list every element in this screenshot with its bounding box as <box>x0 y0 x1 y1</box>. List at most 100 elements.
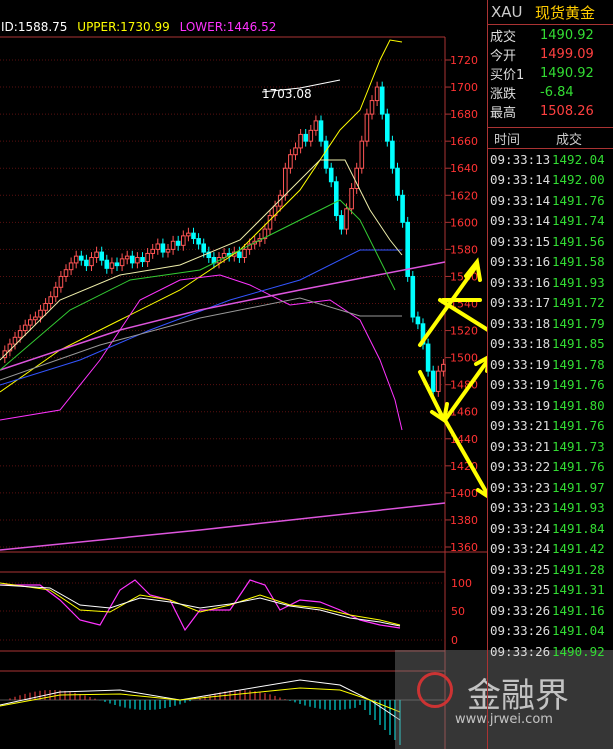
tick-row[interactable]: 09:33:14 1491.74 <box>488 211 613 232</box>
tick-row[interactable]: 09:33:26 1491.04 <box>488 621 613 642</box>
kdj-d-line <box>0 582 401 626</box>
symbol-code: XAU <box>491 3 523 21</box>
quote-panel: XAU 现货黄金 成交 1490.92 今开 1499.09 买价1 1490.92 涨跌 -… <box>487 0 613 749</box>
tick-row[interactable]: 09:33:26 1490.92 <box>488 641 613 662</box>
candlestick-chart[interactable]: 1720170016801660164016201600158015601540… <box>0 0 487 749</box>
price-label: 1520 <box>450 325 478 338</box>
kdj-k-line <box>0 584 401 627</box>
quote-value: 1499.09 <box>540 47 594 62</box>
candle-body <box>237 251 242 259</box>
candle-body <box>364 113 370 142</box>
candle-body <box>150 248 155 254</box>
tick-row[interactable]: 09:33:24 1491.42 <box>488 539 613 560</box>
tick-time: 09:33:19 <box>490 377 551 393</box>
tick-row[interactable]: 09:33:16 1491.58 <box>488 252 613 273</box>
quote-row: 成交 1490.92 <box>488 26 613 45</box>
legend-upper: UPPER:1730.99 <box>77 20 170 34</box>
candle-body <box>323 140 329 169</box>
tick-row[interactable]: 09:33:15 1491.56 <box>488 231 613 252</box>
tick-row[interactable]: 09:33:16 1491.93 <box>488 272 613 293</box>
candle-body <box>385 113 390 142</box>
tick-row[interactable]: 09:33:26 1491.16 <box>488 600 613 621</box>
tick-table[interactable]: 09:33:13 1492.04 09:33:14 1492.00 09:33:14 14… <box>488 149 613 662</box>
tick-row[interactable]: 09:33:21 1491.76 <box>488 416 613 437</box>
candle-body <box>114 262 120 267</box>
price-label: 1680 <box>450 108 478 121</box>
tick-time: 09:33:16 <box>490 254 551 270</box>
tick-time: 09:33:15 <box>490 233 551 249</box>
candle-body <box>441 363 446 372</box>
tick-price: 1491.28 <box>552 561 605 577</box>
kdj-label: 0 <box>451 634 458 647</box>
quote-row: 涨跌 -6.84 <box>488 83 613 102</box>
tick-row[interactable]: 09:33:19 1491.80 <box>488 395 613 416</box>
tick-time: 09:33:26 <box>490 643 551 659</box>
candle-body <box>89 257 94 267</box>
tick-price: 1491.76 <box>552 418 605 434</box>
tick-row[interactable]: 09:33:19 1491.76 <box>488 375 613 396</box>
candle-body <box>328 167 334 183</box>
price-label: 1380 <box>450 514 478 527</box>
tick-time: 09:33:19 <box>490 397 551 413</box>
annotation-arrow <box>443 418 487 497</box>
tick-price: 1491.04 <box>552 623 605 639</box>
tick-row[interactable]: 09:33:18 1491.85 <box>488 334 613 355</box>
tick-time: 09:33:18 <box>490 336 551 352</box>
quote-row: 买价1 1490.92 <box>488 64 613 83</box>
quote-label: 买价1 <box>490 68 525 83</box>
quote-row: 最高 1508.26 <box>488 102 613 121</box>
candle-body <box>344 208 349 230</box>
tick-row[interactable]: 09:33:23 1491.97 <box>488 477 613 498</box>
candle-body <box>318 120 324 142</box>
candle-body <box>33 316 38 321</box>
price-label: 1620 <box>450 189 478 202</box>
tick-price: 1491.78 <box>552 356 605 372</box>
candle-body <box>170 240 176 250</box>
candle-body <box>400 194 405 223</box>
tick-row[interactable]: 09:33:17 1491.72 <box>488 293 613 314</box>
candle-body <box>48 296 54 305</box>
candle-body <box>436 370 441 392</box>
tick-time: 09:33:23 <box>490 479 551 495</box>
tick-row[interactable]: 09:33:14 1491.76 <box>488 190 613 211</box>
price-label: 1360 <box>450 541 478 554</box>
candle-body <box>84 259 89 267</box>
tick-row[interactable]: 09:33:19 1491.78 <box>488 354 613 375</box>
quote-header: XAU 现货黄金 <box>488 0 613 25</box>
tick-price: 1491.76 <box>552 459 605 475</box>
tick-price: 1491.58 <box>552 254 605 270</box>
tick-row[interactable]: 09:33:14 1492.00 <box>488 170 613 191</box>
candle-body <box>379 86 385 115</box>
candle-body <box>145 252 150 263</box>
candle-body <box>186 232 191 237</box>
quote-label: 最高 <box>490 106 517 121</box>
candle-body <box>196 238 201 245</box>
tick-row[interactable]: 09:33:23 1491.93 <box>488 498 613 519</box>
candle-body <box>73 255 79 264</box>
candle-body <box>28 319 33 326</box>
candle-body <box>298 133 303 149</box>
tick-time: 09:33:24 <box>490 541 551 557</box>
tick-price: 1491.80 <box>552 397 605 413</box>
tick-row[interactable]: 09:33:21 1491.73 <box>488 436 613 457</box>
tick-row[interactable]: 09:33:25 1491.28 <box>488 559 613 580</box>
tick-row[interactable]: 09:33:22 1491.76 <box>488 457 613 478</box>
quote-row: 今开 1499.09 <box>488 45 613 64</box>
tick-time: 09:33:24 <box>490 520 551 536</box>
candle-body <box>191 232 196 240</box>
candle-body <box>38 309 43 318</box>
tick-time: 09:33:16 <box>490 274 551 290</box>
tick-row[interactable]: 09:33:13 1492.04 <box>488 149 613 170</box>
candle-body <box>79 255 84 261</box>
candle-body <box>349 188 354 210</box>
quote-summary: 成交 1490.92 今开 1499.09 买价1 1490.92 涨跌 -6.84 最高 150… <box>488 25 613 121</box>
candle-body <box>430 370 436 392</box>
candles <box>2 81 446 397</box>
kdj-panel: 100 50 0 <box>0 577 472 647</box>
tick-row[interactable]: 09:33:18 1491.79 <box>488 313 613 334</box>
indicator-lines <box>0 39 446 551</box>
tick-row[interactable]: 09:33:25 1491.31 <box>488 580 613 601</box>
tick-price: 1491.79 <box>552 315 605 331</box>
candle-body <box>130 255 135 264</box>
tick-row[interactable]: 09:33:24 1491.84 <box>488 518 613 539</box>
